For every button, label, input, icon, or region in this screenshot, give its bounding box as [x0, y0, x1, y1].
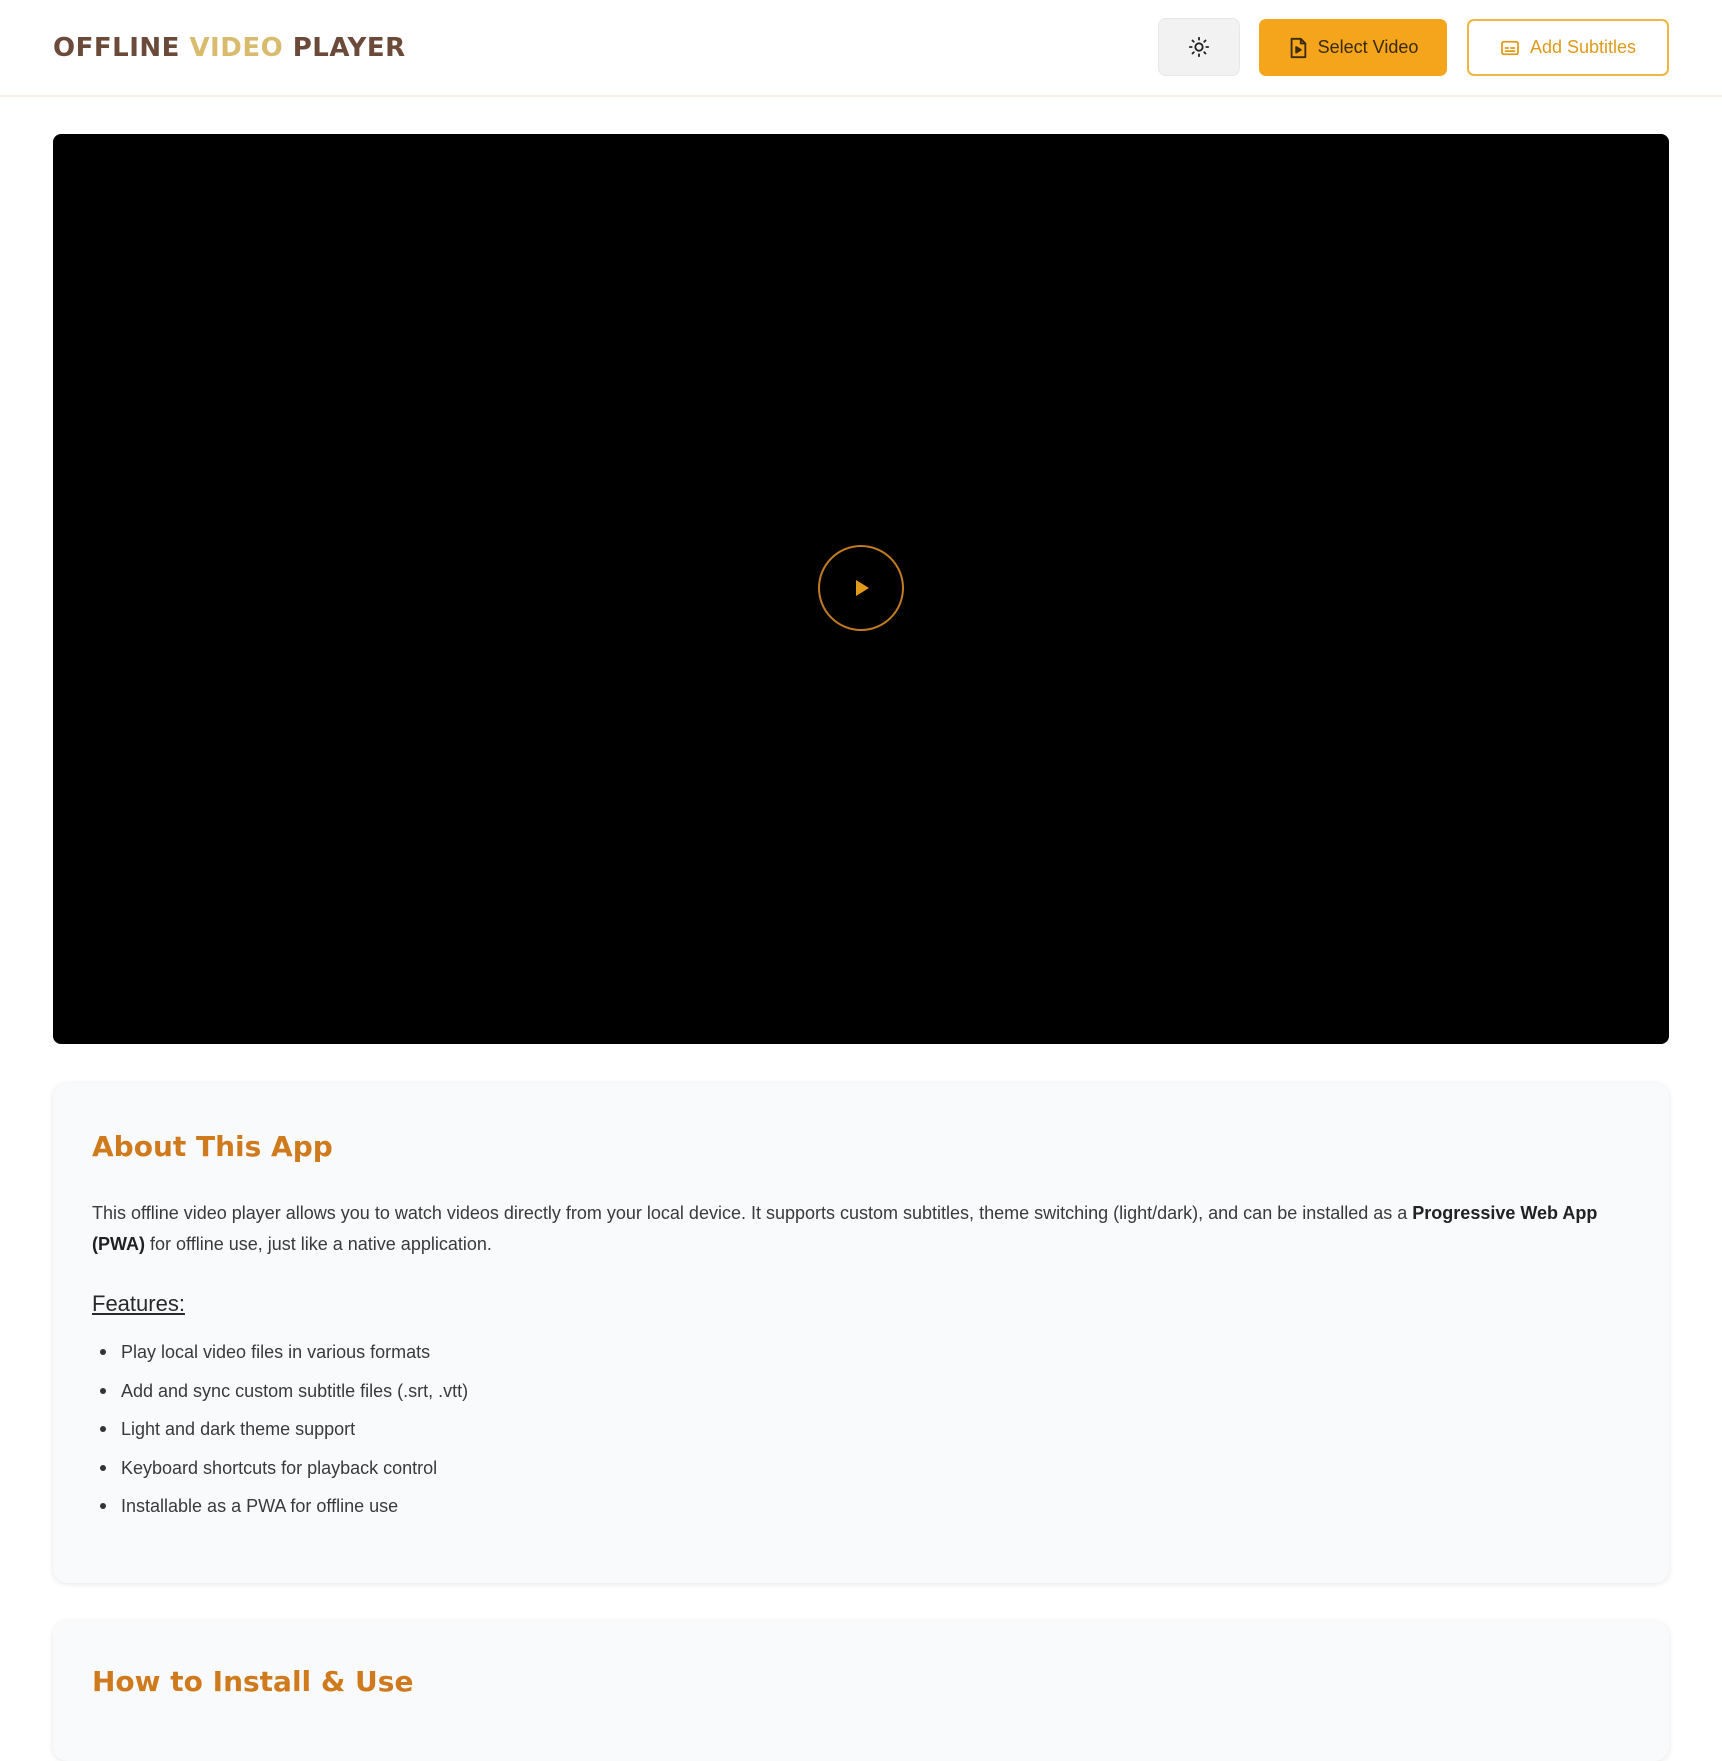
logo-part-video: VIDEO — [189, 33, 284, 63]
sun-icon — [1188, 36, 1210, 58]
file-video-icon — [1290, 37, 1306, 58]
theme-toggle-button[interactable] — [1158, 18, 1240, 76]
select-video-button[interactable]: Select Video — [1259, 19, 1447, 76]
feature-item: Add and sync custom subtitle files (.srt… — [92, 1376, 468, 1415]
howto-section: How to Install & Use — [53, 1621, 1669, 1761]
add-subtitles-button[interactable]: Add Subtitles — [1467, 19, 1669, 76]
about-description: This offline video player allows you to … — [92, 1198, 1632, 1260]
feature-item: Installable as a PWA for offline use — [92, 1491, 468, 1530]
subtitles-icon — [1501, 40, 1519, 55]
play-button[interactable] — [818, 545, 904, 631]
logo-part-offline: OFFLINE — [53, 33, 190, 63]
about-desc-after: for offline use, just like a native appl… — [145, 1234, 492, 1254]
about-title: About This App — [92, 1130, 333, 1163]
howto-title: How to Install & Use — [92, 1665, 414, 1698]
logo-part-player: PLAYER — [283, 33, 406, 63]
about-desc-before: This offline video player allows you to … — [92, 1203, 1413, 1223]
features-title: Features: — [92, 1291, 185, 1316]
play-icon — [856, 580, 869, 596]
features-list: Play local video files in various format… — [92, 1337, 468, 1530]
feature-item: Keyboard shortcuts for playback control — [92, 1453, 468, 1492]
app-header: OFFLINE VIDEO PLAYER Select Video Add Su… — [0, 0, 1722, 97]
video-player[interactable] — [53, 134, 1669, 1044]
app-logo: OFFLINE VIDEO PLAYER — [53, 33, 406, 63]
about-section: About This App This offline video player… — [53, 1083, 1669, 1583]
feature-item: Light and dark theme support — [92, 1414, 468, 1453]
add-subtitles-label: Add Subtitles — [1529, 37, 1637, 57]
feature-item: Play local video files in various format… — [92, 1337, 468, 1376]
select-video-label: Select Video — [1317, 37, 1419, 57]
